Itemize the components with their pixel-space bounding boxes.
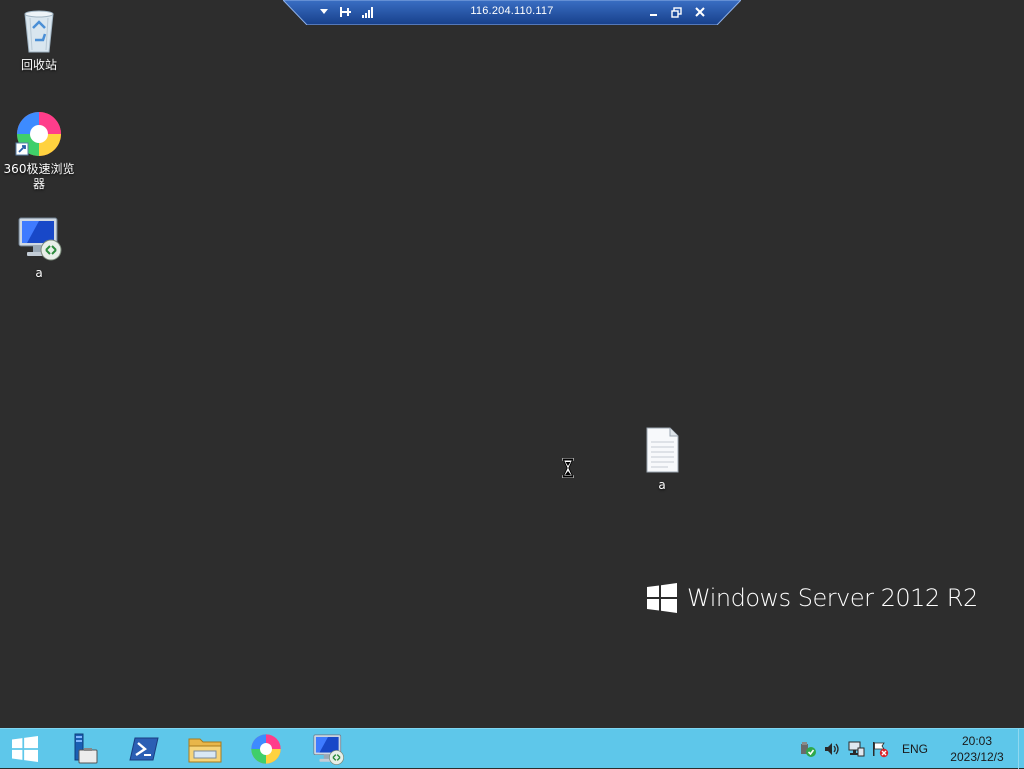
system-tray: ENG 20:03 2023/12/3 <box>796 729 1024 769</box>
restore-icon[interactable] <box>667 3 685 21</box>
windows-server-branding: Windows Server 2012 R2 <box>647 583 978 613</box>
server-manager-icon <box>74 733 98 764</box>
input-language-indicator[interactable]: ENG <box>902 742 928 756</box>
security-icon[interactable] <box>797 738 819 760</box>
taskbar-server-manager-button[interactable] <box>54 729 110 769</box>
taskbar-clock[interactable]: 20:03 2023/12/3 <box>940 733 1014 765</box>
branding-text: Windows Server 2012 R2 <box>687 584 978 612</box>
desktop-icon-label: a <box>35 266 43 280</box>
taskbar-powershell-button[interactable] <box>116 729 172 769</box>
close-icon[interactable] <box>691 3 709 21</box>
browser-360-icon <box>251 734 281 764</box>
desktop-icon-text-file[interactable]: a <box>623 426 701 493</box>
desktop-icon-remote-desktop[interactable]: a <box>0 214 78 281</box>
clock-time: 20:03 <box>961 734 993 748</box>
windows-logo-icon <box>647 583 677 613</box>
desktop: 116.204.110.117 回收站 360极速浏览器 a a Windows… <box>0 0 1024 728</box>
network-icon[interactable] <box>845 738 867 760</box>
desktop-icon-label: a <box>658 478 666 492</box>
desktop-icon-label: 回收站 <box>20 58 57 72</box>
desktop-icon-360-browser[interactable]: 360极速浏览器 <box>0 110 78 192</box>
busy-cursor-icon <box>561 457 575 482</box>
clock-date: 2023/12/3 <box>950 750 1004 764</box>
desktop-icon-recycle-bin[interactable]: 回收站 <box>0 6 78 73</box>
folder-icon <box>188 738 222 763</box>
taskbar: ENG 20:03 2023/12/3 <box>0 728 1024 769</box>
taskbar-file-explorer-button[interactable] <box>177 729 233 769</box>
rdp-connection-bar: 116.204.110.117 <box>283 0 741 25</box>
recycle-bin-icon <box>15 6 63 54</box>
browser-360-icon <box>15 110 63 158</box>
show-desktop-button[interactable] <box>1018 729 1024 769</box>
volume-icon[interactable] <box>821 738 843 760</box>
desktop-icon-label: 360极速浏览器 <box>3 162 75 191</box>
remote-desktop-icon <box>313 734 344 765</box>
start-button[interactable] <box>0 729 50 769</box>
text-file-icon <box>638 426 686 474</box>
minimize-icon[interactable] <box>645 3 663 21</box>
windows-logo-icon <box>12 736 38 762</box>
powershell-icon <box>129 737 159 761</box>
action-center-flag-icon[interactable] <box>869 738 891 760</box>
remote-desktop-icon <box>15 214 63 262</box>
taskbar-remote-desktop-button[interactable] <box>300 729 356 769</box>
taskbar-360-browser-button[interactable] <box>238 729 294 769</box>
